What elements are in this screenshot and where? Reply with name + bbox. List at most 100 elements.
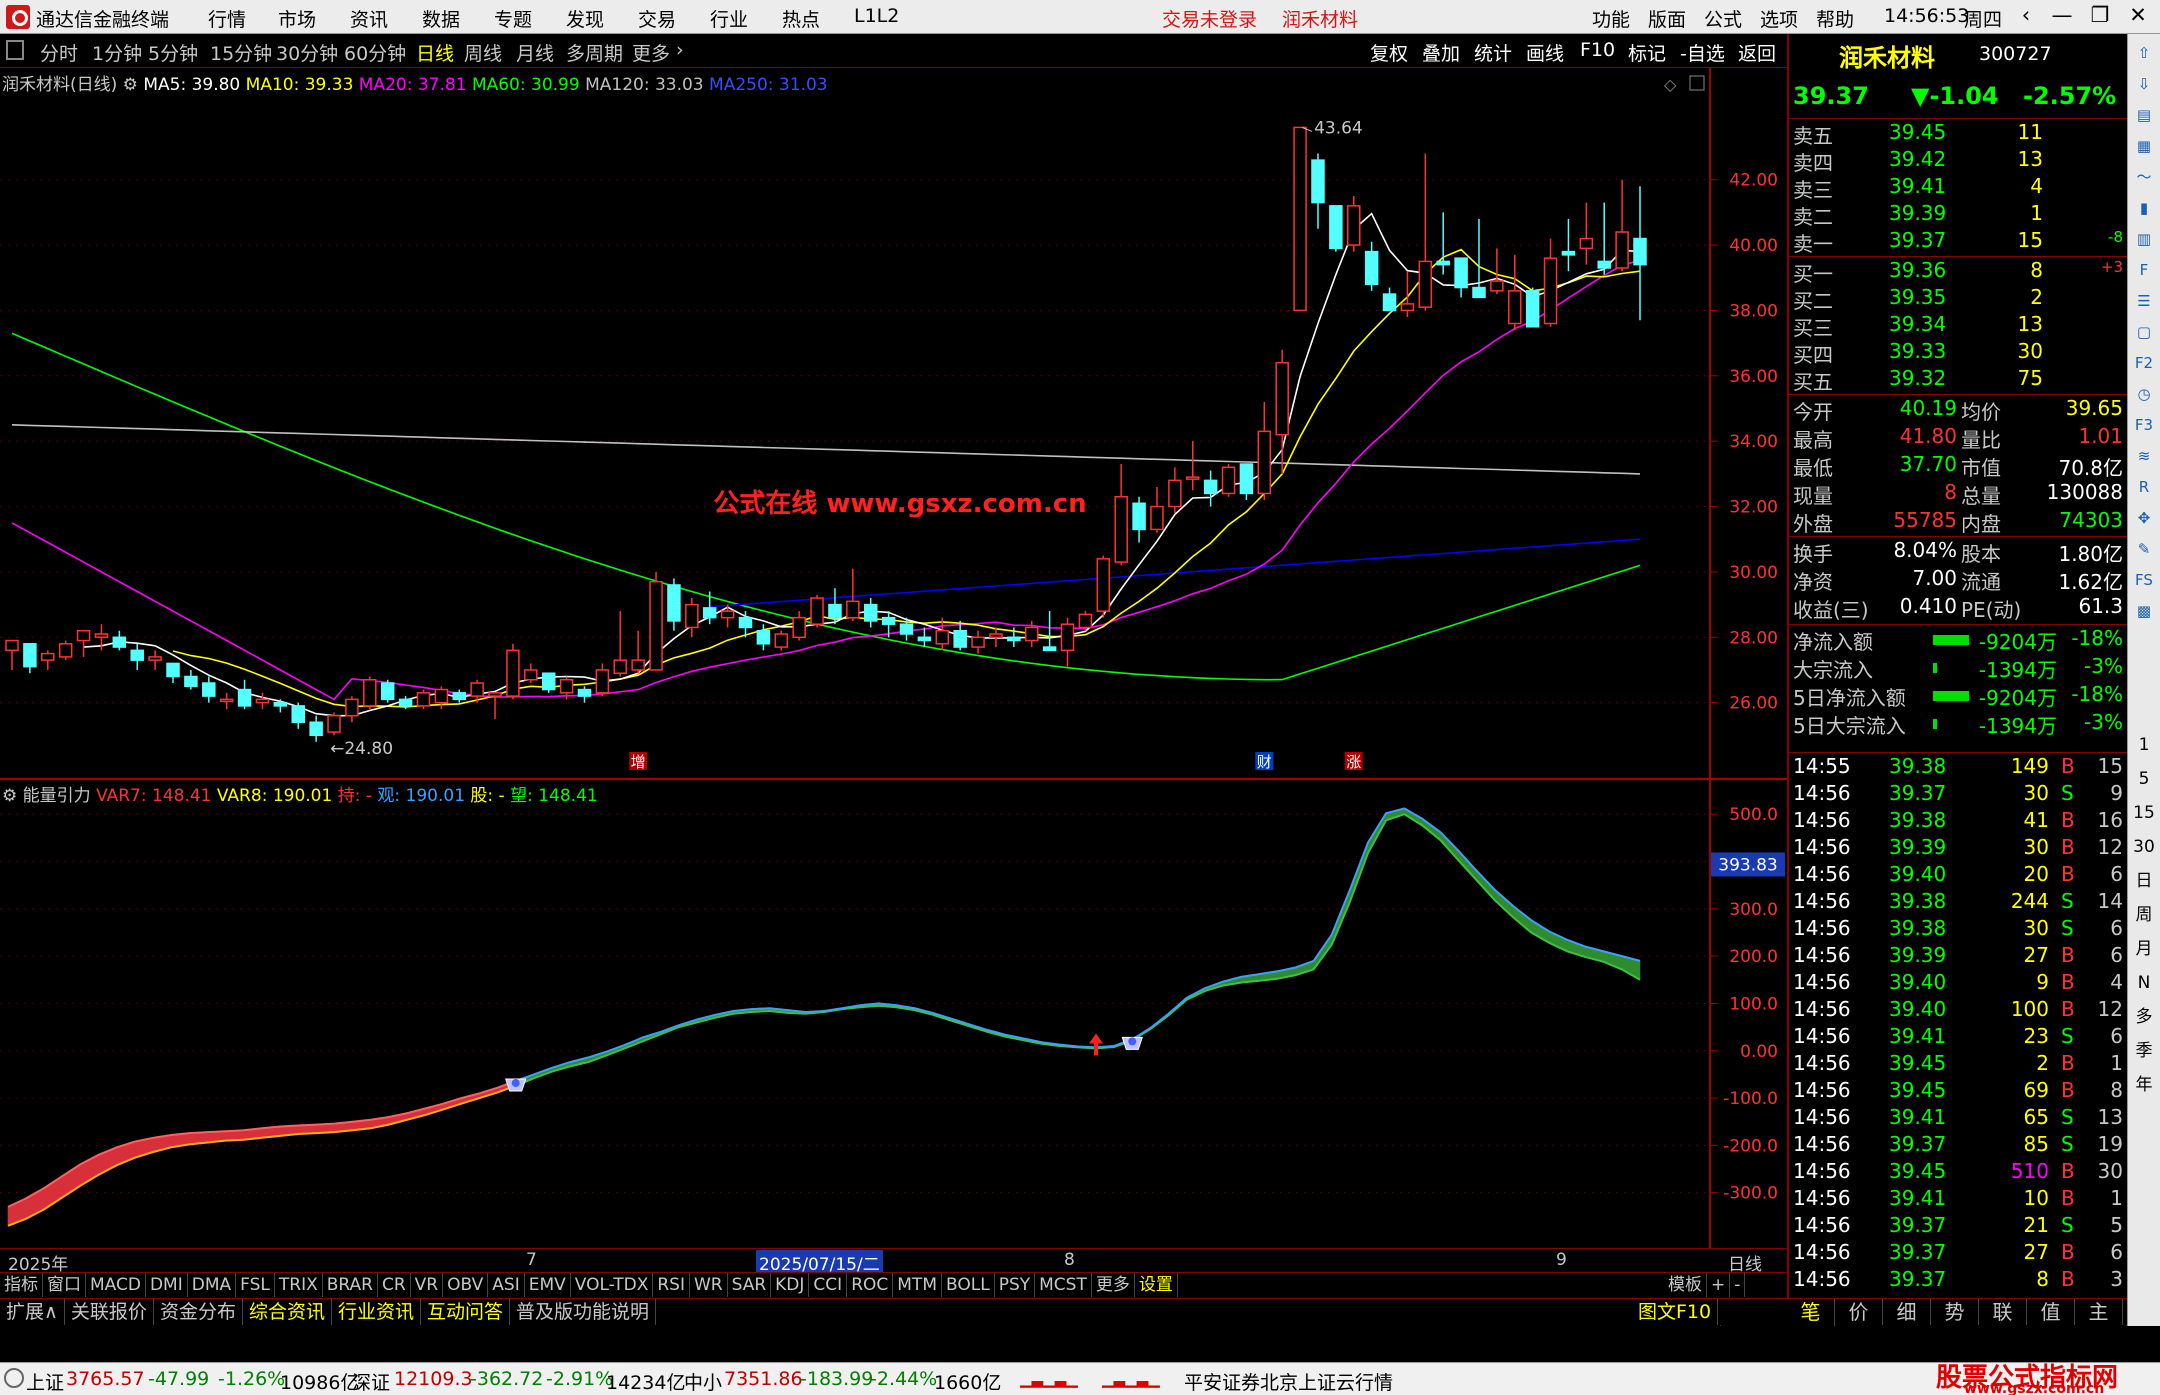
- time-icon[interactable]: ◷: [2133, 383, 2155, 405]
- toolbar-right-2[interactable]: 统计: [1474, 39, 1512, 66]
- quote-icon[interactable]: ▤: [2133, 104, 2155, 126]
- f3-icon[interactable]: F3: [2133, 414, 2155, 436]
- indicator-svg[interactable]: 500.0400.0300.0200.0100.00.00-100.0-200.…: [0, 780, 1787, 1248]
- indicator-tab-1[interactable]: 窗口: [43, 1273, 86, 1297]
- menu-8[interactable]: 热点: [782, 5, 820, 32]
- period-9[interactable]: 多周期: [566, 39, 623, 66]
- period-2[interactable]: 5分钟: [148, 39, 198, 66]
- side-period-6[interactable]: 月: [2133, 938, 2155, 960]
- quote-tab-6[interactable]: 主: [2075, 1299, 2123, 1325]
- grid-icon[interactable]: ▩: [2133, 600, 2155, 622]
- toolbar-right-5[interactable]: 标记: [1628, 39, 1666, 66]
- menu-right-4[interactable]: 帮助: [1816, 5, 1854, 32]
- indicator-tab-right-0[interactable]: 模板: [1664, 1273, 1707, 1297]
- arrow-down-icon[interactable]: ⇩: [2133, 73, 2155, 95]
- menu-5[interactable]: 发现: [566, 5, 604, 32]
- toolbar-right-3[interactable]: 画线: [1526, 39, 1564, 66]
- kline-svg[interactable]: 42.00 40.00 38.00 36.00 34.00 32.00 30.00 28.00…: [0, 68, 1787, 778]
- period-6[interactable]: 日线: [416, 39, 454, 66]
- sz-label[interactable]: 深证: [352, 1368, 390, 1395]
- indicator-tab-2[interactable]: MACD: [86, 1273, 146, 1297]
- menu-right-0[interactable]: 功能: [1592, 5, 1630, 32]
- indicator-tab-24[interactable]: 更多: [1092, 1273, 1135, 1297]
- period-10[interactable]: 更多: [632, 39, 670, 66]
- chart-icon[interactable]: ≋: [2133, 445, 2155, 467]
- ext-tab-1[interactable]: 关联报价: [65, 1299, 154, 1325]
- buy-row[interactable]: 买五 39.32 75: [1793, 366, 2125, 394]
- period-3[interactable]: 15分钟: [210, 39, 272, 66]
- indicator-tab-20[interactable]: MTM: [893, 1273, 942, 1297]
- menu-right-1[interactable]: 版面: [1648, 5, 1686, 32]
- restore-icon[interactable]: ❐: [2084, 3, 2116, 31]
- ext-tab-2[interactable]: 资金分布: [154, 1299, 243, 1325]
- f10-icon[interactable]: F: [2133, 259, 2155, 281]
- broker-name[interactable]: 平安证券北京上证云行情: [1184, 1368, 1393, 1395]
- period-8[interactable]: 月线: [516, 39, 554, 66]
- ext-tab-6[interactable]: 普及版功能说明: [510, 1299, 657, 1325]
- period-5[interactable]: 60分钟: [344, 39, 406, 66]
- sell-row[interactable]: 卖二 39.39 1: [1793, 201, 2125, 229]
- status-menu-icon[interactable]: [4, 1368, 24, 1388]
- event-marker[interactable]: 财: [1255, 752, 1274, 771]
- menu-2[interactable]: 资讯: [350, 5, 388, 32]
- side-period-8[interactable]: 多: [2133, 1006, 2155, 1028]
- sell-row[interactable]: 卖三 39.41 4: [1793, 174, 2125, 202]
- indicator-tab-21[interactable]: BOLL: [942, 1273, 995, 1297]
- quote-tab-2[interactable]: 细: [1883, 1299, 1931, 1325]
- sell-row[interactable]: 卖一 39.37 15 -8: [1793, 228, 2125, 256]
- back-icon[interactable]: ‹: [2010, 3, 2042, 31]
- indicator-tab-25[interactable]: 设置: [1135, 1273, 1178, 1297]
- indicator-tab-19[interactable]: ROC: [847, 1273, 894, 1297]
- news-icon[interactable]: ▥: [2133, 228, 2155, 250]
- indicator-tab-10[interactable]: OBV: [443, 1273, 489, 1297]
- main-kline-chart[interactable]: 42.00 40.00 38.00 36.00 34.00 32.00 30.00 28.00…: [0, 68, 1787, 778]
- indicator-settings-icon[interactable]: ⚙: [2, 786, 17, 806]
- indicator-tab-15[interactable]: WR: [690, 1273, 728, 1297]
- side-period-4[interactable]: 日: [2133, 870, 2155, 892]
- side-period-2[interactable]: 15: [2133, 802, 2155, 824]
- indicator-tab-6[interactable]: TRIX: [275, 1273, 323, 1297]
- indicator-tab-12[interactable]: EMV: [525, 1273, 571, 1297]
- arrow-up-icon[interactable]: ⇧: [2133, 42, 2155, 64]
- window-toggle-icon[interactable]: [6, 40, 24, 60]
- toolbar-right-1[interactable]: 叠加: [1422, 39, 1460, 66]
- quote-tab-0[interactable]: 笔: [1787, 1299, 1835, 1325]
- legend-settings-icon[interactable]: ⚙: [123, 75, 138, 95]
- move-icon[interactable]: ✥: [2133, 507, 2155, 529]
- quote-tab-1[interactable]: 价: [1835, 1299, 1883, 1325]
- menu-3[interactable]: 数据: [422, 5, 460, 32]
- ext-tab-3[interactable]: 综合资讯: [243, 1299, 332, 1325]
- list-icon[interactable]: ☰: [2133, 290, 2155, 312]
- line-chart-icon[interactable]: 〜: [2133, 166, 2155, 188]
- indicator-tab-22[interactable]: PSY: [995, 1273, 1036, 1297]
- candle-icon[interactable]: ▮: [2133, 197, 2155, 219]
- side-period-7[interactable]: N: [2133, 972, 2155, 994]
- indicator-tab-8[interactable]: CR: [378, 1273, 411, 1297]
- buy-row[interactable]: 买一 39.36 8 +3: [1793, 258, 2125, 286]
- side-period-9[interactable]: 季: [2133, 1040, 2155, 1062]
- menu-1[interactable]: 市场: [278, 5, 316, 32]
- indicator-tab-5[interactable]: FSL: [236, 1273, 275, 1297]
- indicator-tab-11[interactable]: ASI: [488, 1273, 525, 1297]
- menu-6[interactable]: 交易: [638, 5, 676, 32]
- ext-tab-5[interactable]: 互动问答: [421, 1299, 510, 1325]
- indicator-chart[interactable]: 500.0400.0300.0200.0100.00.00-100.0-200.…: [0, 778, 1787, 1248]
- period-4[interactable]: 30分钟: [276, 39, 338, 66]
- indicator-tab-4[interactable]: DMA: [188, 1273, 237, 1297]
- sell-row[interactable]: 卖五 39.45 11: [1793, 120, 2125, 148]
- indicator-tab-23[interactable]: MCST: [1035, 1273, 1092, 1297]
- toolbar-right-4[interactable]: F10: [1580, 39, 1615, 61]
- pen-icon[interactable]: ✎: [2133, 538, 2155, 560]
- period-7[interactable]: 周线: [464, 39, 502, 66]
- diamond-icon[interactable]: ◇: [1664, 75, 1677, 94]
- quote-tab-5[interactable]: 值: [2027, 1299, 2075, 1325]
- more-chevron-icon[interactable]: ›: [676, 39, 684, 61]
- buy-row[interactable]: 买四 39.33 30: [1793, 339, 2125, 367]
- menu-right-2[interactable]: 公式: [1704, 5, 1742, 32]
- side-period-0[interactable]: 1: [2133, 734, 2155, 756]
- menu-stock-name[interactable]: 润禾材料: [1282, 5, 1358, 32]
- sh-label[interactable]: 上证: [26, 1368, 64, 1395]
- period-0[interactable]: 分时: [40, 39, 78, 66]
- quote-tab-3[interactable]: 势: [1931, 1299, 1979, 1325]
- rsi-icon[interactable]: R: [2133, 476, 2155, 498]
